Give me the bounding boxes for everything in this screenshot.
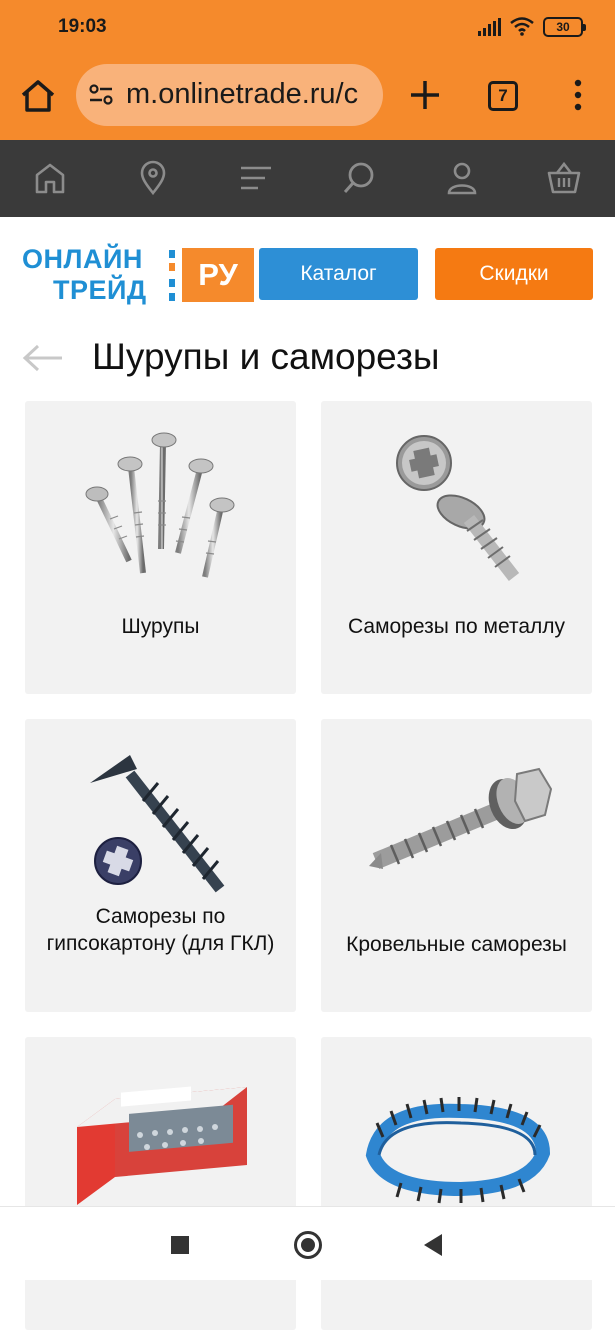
recents-icon[interactable] xyxy=(171,1236,189,1254)
category-label: Шурупы xyxy=(121,615,200,638)
new-tab-icon[interactable] xyxy=(408,78,442,112)
home-icon[interactable] xyxy=(32,160,68,196)
catalog-button[interactable]: Каталог xyxy=(259,248,418,300)
url-text: m.onlinetrade.ru/c xyxy=(126,78,359,110)
back-arrow-icon[interactable] xyxy=(22,342,64,374)
site-logo[interactable]: ОНЛАЙН ТРЕЙД РУ xyxy=(22,244,254,306)
status-bar: 19:03 30 xyxy=(0,0,615,52)
browser-home-icon[interactable] xyxy=(18,76,58,116)
metal-screws-image xyxy=(396,435,520,581)
category-card-collated-screws[interactable] xyxy=(321,1037,592,1330)
category-label: Саморезы по гипсокартону (для ГКЛ) xyxy=(46,905,275,955)
category-card-screws[interactable]: Шурупы xyxy=(25,401,296,694)
tab-switcher-button[interactable]: 7 xyxy=(488,81,518,111)
site-settings-icon[interactable] xyxy=(88,84,114,106)
logo-line-1: ОНЛАЙН xyxy=(22,244,143,274)
page-title: Шурупы и саморезы xyxy=(92,336,440,377)
site-nav-bar xyxy=(0,140,615,217)
address-bar[interactable]: m.onlinetrade.ru/c xyxy=(76,64,383,126)
more-vert-icon[interactable] xyxy=(568,78,588,112)
discounts-button[interactable]: Скидки xyxy=(435,248,593,300)
logo-dots-icon xyxy=(169,250,175,301)
url-toolbar: m.onlinetrade.ru/c 7 xyxy=(0,52,615,140)
signal-icon xyxy=(478,18,501,36)
drywall-screws-image xyxy=(90,755,225,893)
category-card-screw-box[interactable] xyxy=(25,1037,296,1330)
home-circle-icon[interactable] xyxy=(294,1231,322,1259)
system-nav-bar xyxy=(0,1206,615,1280)
category-label: Кровельные саморезы xyxy=(346,933,567,956)
wood-screws-image xyxy=(85,432,235,578)
status-time: 19:03 xyxy=(58,16,107,37)
basket-icon[interactable] xyxy=(546,160,582,196)
user-icon[interactable] xyxy=(444,160,480,196)
battery-icon: 30 xyxy=(543,17,586,37)
wifi-icon xyxy=(510,17,534,36)
roofing-screws-image xyxy=(369,767,553,869)
category-label: Саморезы по металлу xyxy=(347,615,566,638)
location-pin-icon[interactable] xyxy=(135,160,171,196)
logo-line-2: ТРЕЙД xyxy=(53,275,147,305)
search-icon[interactable] xyxy=(341,160,377,196)
back-triangle-icon[interactable] xyxy=(424,1234,442,1256)
category-card-metal-screws[interactable]: Саморезы по металлу xyxy=(321,401,592,694)
menu-lines-icon[interactable] xyxy=(238,160,274,196)
logo-ru-badge: РУ xyxy=(182,248,254,302)
category-card-drywall-screws[interactable]: Саморезы по гипсокартону (для ГКЛ) xyxy=(25,719,296,1012)
category-card-roofing-screws[interactable]: Кровельные саморезы xyxy=(321,719,592,1012)
browser-chrome: 19:03 30 m.onlinetrade.ru/c 7 xyxy=(0,0,615,140)
